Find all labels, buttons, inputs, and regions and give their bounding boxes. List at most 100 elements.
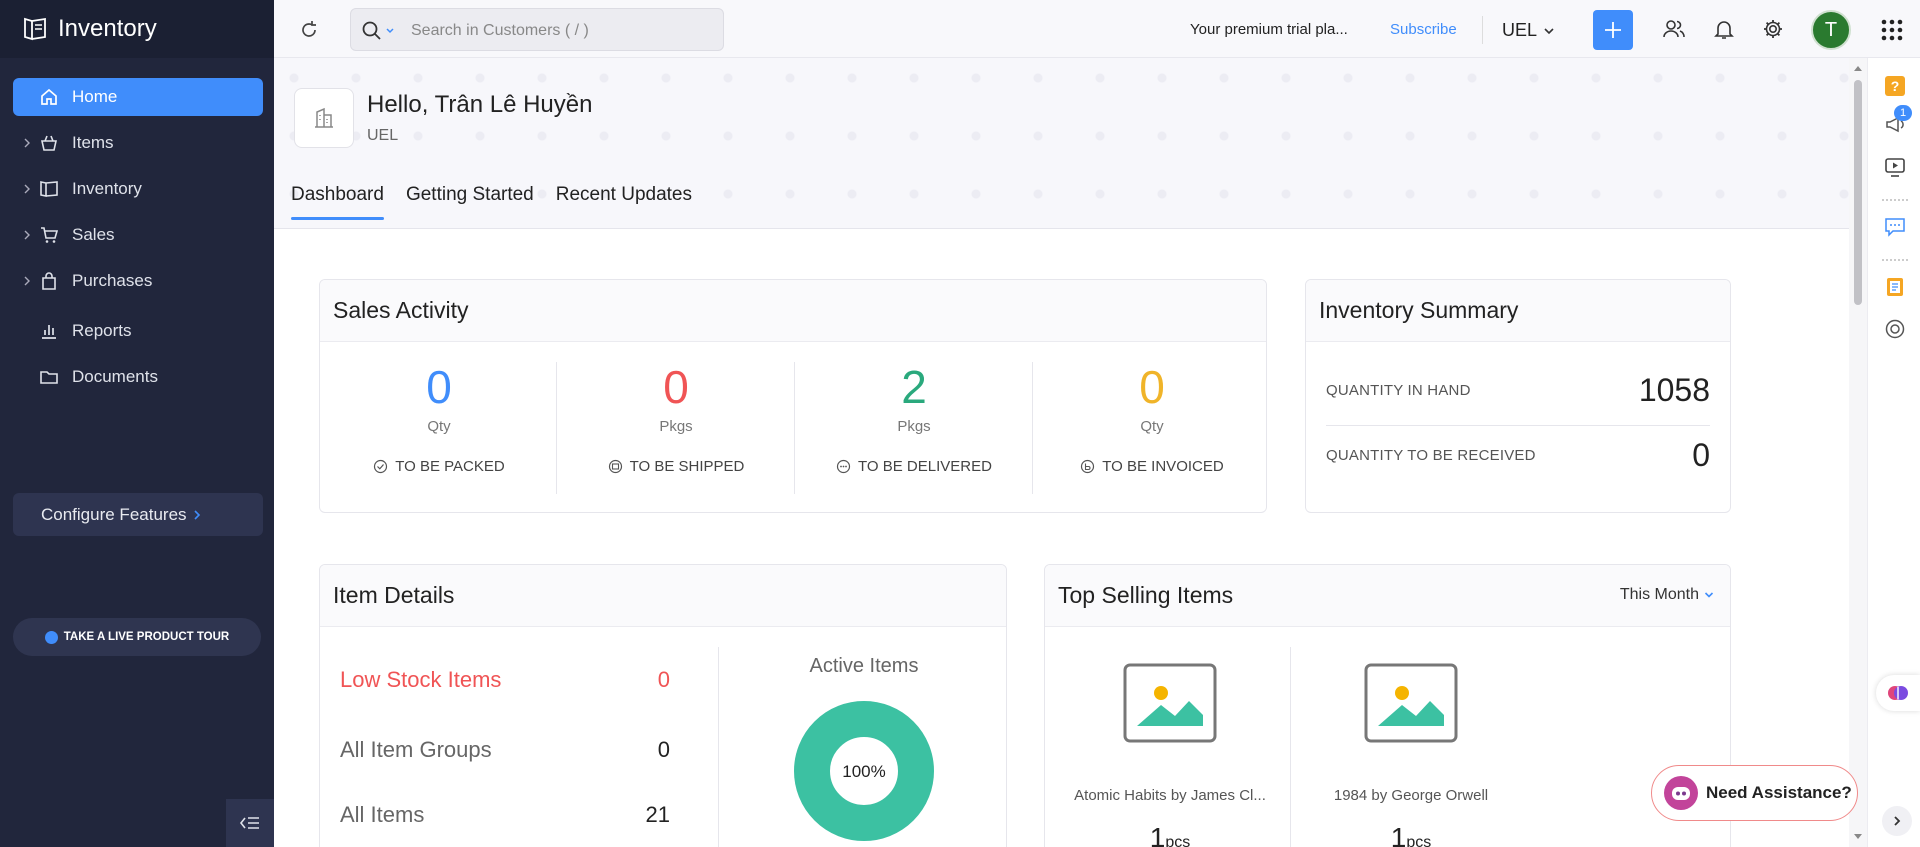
metric-unit: Qty [427,418,451,435]
org-name: UEL [367,127,399,144]
chevron-right-icon[interactable] [23,275,31,287]
shopping-bag-icon [39,271,59,291]
main-scrollbar[interactable] [1849,58,1867,847]
quick-create-button[interactable] [1593,10,1633,50]
divider [1482,16,1483,44]
configure-features-button[interactable]: Configure Features [13,493,263,536]
sidebar-item-documents[interactable]: Documents [13,358,263,396]
chevron-right-icon[interactable] [23,137,31,149]
divider [1290,647,1291,847]
brand[interactable]: Inventory [0,0,274,58]
metric-label: TO BE PACKED [395,458,505,475]
metric-label: TO BE SHIPPED [629,458,745,475]
invoice-circle-icon [1080,459,1095,474]
sidebar-item-home[interactable]: Home [13,78,263,116]
subscribe-link[interactable]: Subscribe [1390,21,1457,38]
apps-grid-icon[interactable] [1881,19,1903,41]
sidebar-item-purchases[interactable]: Purchases [13,262,263,300]
sales-metric-to-be-shipped[interactable]: 0 Pkgs TO BE SHIPPED [557,360,795,475]
org-logo[interactable] [294,88,354,148]
active-items-percent: 100% [842,762,885,781]
sales-metric-to-be-invoiced[interactable]: 0 Qty TO BE INVOICED [1033,360,1266,475]
svg-text:?: ? [1891,78,1900,94]
period-label: This Month [1619,586,1699,603]
search-icon[interactable] [361,20,399,42]
sidebar-item-reports[interactable]: Reports [13,312,263,350]
chevron-right-icon [193,509,201,521]
tab-dashboard[interactable]: Dashboard [291,184,384,220]
need-assistance-button[interactable]: Need Assistance? [1651,765,1858,821]
metric-unit: Pkgs [659,418,693,435]
item-details-card: Item Details Low Stock Items 0 All Item … [319,564,1007,847]
expand-rail-button[interactable] [1882,806,1912,836]
trial-text: Your premium trial pla... [1190,21,1348,38]
home-icon [39,87,59,107]
avatar-initial: T [1824,18,1838,41]
item-name: Atomic Habits by James Cl... [1074,787,1266,804]
sidebar-item-label: Inventory [72,179,142,198]
tab-recent-updates[interactable]: Recent Updates [556,184,692,220]
image-placeholder-icon [1060,663,1280,743]
cart-icon [39,225,59,245]
refresh-icon[interactable] [298,19,320,41]
video-tutorial-icon[interactable] [1884,156,1906,178]
top-selling-item[interactable]: 1984 by George Orwell 1pcs [1301,663,1521,847]
scrollbar-thumb[interactable] [1854,80,1862,305]
sidebar-item-inventory[interactable]: Inventory [13,170,263,208]
chevron-right-icon [1893,815,1901,827]
avatar[interactable]: T [1811,10,1851,50]
org-switcher[interactable]: UEL [1502,20,1555,41]
low-stock-items-row[interactable]: Low Stock Items 0 [340,667,670,693]
quantity-to-be-received-row: QUANTITY TO BE RECEIVED 0 [1326,437,1710,474]
chevron-right-icon[interactable] [23,229,31,241]
gear-icon[interactable] [1762,18,1784,40]
all-item-groups-row[interactable]: All Item Groups 0 [340,737,670,763]
ai-assistant-brain-icon[interactable] [1876,675,1920,711]
notebook-icon[interactable] [1884,276,1906,298]
basket-icon [39,133,59,153]
more-circle-icon [836,459,851,474]
search-input[interactable]: Search in Customers ( / ) [411,22,589,40]
help-icon[interactable]: ? [1884,75,1906,97]
sidebar-item-items[interactable]: Items [13,124,263,162]
item-qty: 1 [1390,822,1407,847]
scroll-up-icon[interactable] [1853,65,1863,72]
top-selling-item[interactable]: Atomic Habits by James Cl... 1pcs [1060,663,1280,847]
bot-icon [1664,776,1698,810]
metric-unit: Qty [1140,418,1164,435]
sidebar-item-label: Reports [72,321,132,340]
sidebar-item-sales[interactable]: Sales [13,216,263,254]
period-dropdown[interactable]: This Month [1620,586,1714,604]
sales-metric-to-be-delivered[interactable]: 2 Pkgs TO BE DELIVERED [795,360,1033,475]
sidebar-item-label: Purchases [72,271,153,290]
check-circle-icon [373,459,388,474]
card-title: Item Details [320,565,1006,627]
item-name: 1984 by George Orwell [1333,787,1489,804]
detail-label: Low Stock Items [340,667,502,692]
all-items-row[interactable]: All Items 21 [340,802,670,828]
sales-metric-to-be-packed[interactable]: 0 Qty TO BE PACKED [320,360,558,475]
sidebar-item-label: Sales [72,225,115,244]
settings-circle-icon[interactable] [1884,318,1906,340]
configure-features-label: Configure Features [41,504,187,524]
active-items-label: Active Items [809,655,919,677]
collapse-sidebar-button[interactable] [226,799,274,847]
live-product-tour-button[interactable]: TAKE A LIVE PRODUCT TOUR [13,618,261,656]
bell-icon[interactable] [1713,18,1735,40]
detail-label: All Items [340,802,425,827]
metric-value: 0 [1139,361,1165,413]
active-items-donut: 100% [794,701,934,841]
inventory-logo-icon [22,16,48,42]
search-bar[interactable]: Search in Customers ( / ) [350,8,724,51]
greeting: Hello, Trân Lê Huyền [367,91,593,118]
metric-value: 2 [901,361,927,413]
chat-icon[interactable] [1884,216,1906,238]
tab-getting-started[interactable]: Getting Started [406,184,534,220]
metric-label: TO BE INVOICED [1102,458,1224,475]
scroll-down-icon[interactable] [1853,833,1863,840]
bar-chart-icon [39,321,59,341]
summary-label: QUANTITY IN HAND [1326,382,1471,399]
main-content: Hello, Trân Lê Huyền UEL Dashboard Getti… [274,58,1849,847]
users-icon[interactable] [1662,18,1686,40]
chevron-right-icon[interactable] [23,183,31,195]
